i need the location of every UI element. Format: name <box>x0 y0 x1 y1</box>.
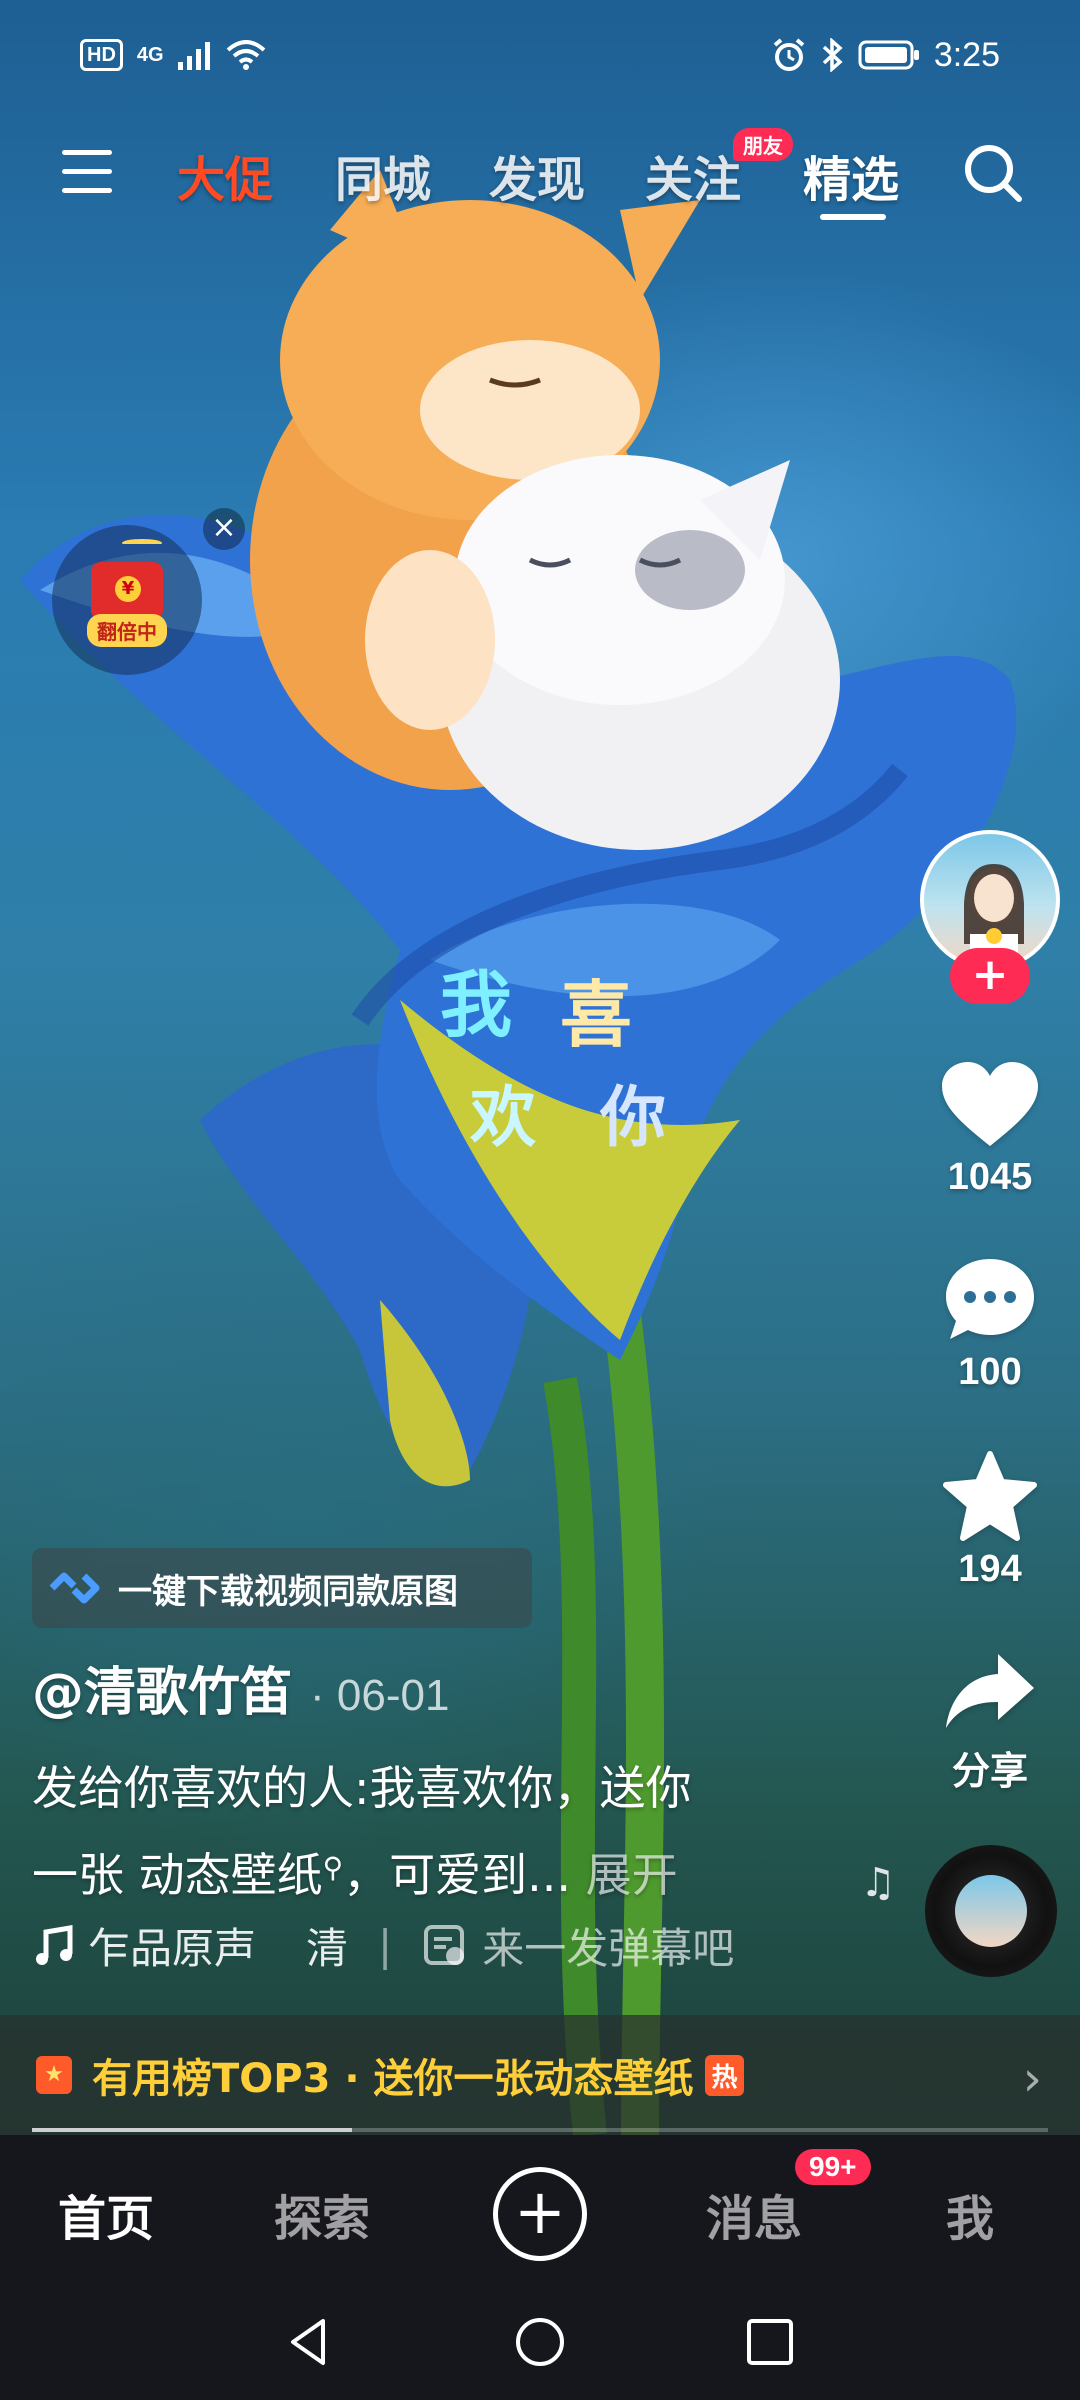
hashtag-link[interactable]: 一张 动态壁纸 <box>32 1848 323 1902</box>
like-button[interactable]: 1045 <box>900 1060 1080 1199</box>
share-arrow-icon <box>946 1654 1034 1728</box>
status-bar: HD 4G 3:25 <box>0 0 1080 110</box>
tab-messages[interactable]: 消息 <box>706 2179 802 2249</box>
post-date: · 06-01 <box>310 1671 450 1720</box>
back-icon[interactable] <box>283 2315 337 2369</box>
video-description: 发给你喜欢的人:我喜欢你，送你 一张 动态壁纸⚲，可爱到... 展开 <box>32 1748 772 1915</box>
tab-local[interactable]: 同城 <box>335 140 431 210</box>
wifi-icon <box>226 40 265 70</box>
hot-ranking-banner[interactable]: ★ 有用榜TOP3 · 送你一张动态壁纸 热 › <box>0 2015 1080 2135</box>
overlay-char: 欢 <box>469 1079 537 1156</box>
music-note-icon: ♫ <box>860 1860 896 1906</box>
tab-home[interactable]: 首页 <box>58 2179 154 2249</box>
danmu-icon <box>424 1924 465 1965</box>
bottom-tab-bar: 首页 探索 + 消息 99+ 我 <box>0 2135 1080 2285</box>
signal-icon <box>177 42 210 70</box>
music-note-icon <box>36 1924 73 1965</box>
red-envelope-icon: ¥ <box>91 561 163 620</box>
download-chip[interactable]: 一键下载视频同款原图 <box>32 1548 532 1628</box>
create-button[interactable]: + <box>493 2167 587 2261</box>
expand-link[interactable]: 展开 <box>586 1848 678 1902</box>
music-disc[interactable] <box>925 1845 1057 1977</box>
comment-button[interactable]: 100 <box>900 1255 1080 1394</box>
hot-ranking-text: 有用榜TOP3 · 送你一张动态壁纸 <box>92 2056 694 2102</box>
overlay-char: 喜 <box>560 973 632 1057</box>
battery-icon <box>858 40 919 70</box>
author-line: @清歌竹笛 · 06-01 <box>32 1650 449 1725</box>
follow-button[interactable]: + <box>950 948 1030 1004</box>
clock: 3:25 <box>933 35 1000 74</box>
favorite-count: 194 <box>958 1548 1022 1590</box>
search-icon[interactable] <box>962 142 1024 204</box>
description-tail: ，可爱到... <box>343 1848 572 1902</box>
share-button[interactable]: 分享 <box>900 1650 1080 1795</box>
message-badge: 99+ <box>795 2149 871 2185</box>
search-mini-icon: ⚲ <box>322 1851 344 1884</box>
home-icon[interactable] <box>513 2315 567 2369</box>
danmu-placeholder: 来一发弹幕吧 <box>482 1924 735 1973</box>
overlay-char: 你 <box>599 1079 666 1156</box>
music-row: 乍品原声 清 | 来一发弹幕吧 <box>32 1915 734 1976</box>
top-nav: 大促 同城 发现 关注 朋友 精选 <box>0 128 1080 220</box>
video-progress-fill <box>32 2128 353 2132</box>
description-line: 发给你喜欢的人:我喜欢你，送你 <box>32 1761 692 1815</box>
hot-badge: 热 <box>705 2054 744 2096</box>
tab-featured[interactable]: 精选 <box>803 140 899 210</box>
bluetooth-icon <box>822 38 843 72</box>
chevron-right-icon: › <box>1022 2051 1042 2107</box>
heart-icon <box>942 1062 1038 1146</box>
tab-following[interactable]: 关注 <box>645 140 741 210</box>
link-icon <box>49 1572 100 1604</box>
comment-icon <box>946 1259 1034 1339</box>
overlay-char: 我 <box>440 963 512 1047</box>
progress-arc <box>122 539 162 547</box>
active-tab-indicator <box>820 214 886 220</box>
music-title-scroll: 清 <box>306 1924 349 1973</box>
friend-badge: 朋友 <box>733 128 793 161</box>
divider: | <box>378 1921 393 1970</box>
share-label: 分享 <box>951 1751 1028 1793</box>
description-line: 一张 动态壁纸⚲，可爱到... 展开 <box>32 1828 772 1915</box>
download-chip-label: 一键下载视频同款原图 <box>118 1571 458 1612</box>
favorite-button[interactable]: 194 <box>900 1450 1080 1591</box>
tab-explore[interactable]: 探索 <box>274 2179 370 2249</box>
close-icon[interactable]: × <box>203 508 245 550</box>
ranking-icon: ★ <box>36 2056 72 2094</box>
music-title[interactable]: 乍品原声 <box>88 1915 256 1976</box>
comment-count: 100 <box>958 1351 1022 1393</box>
tab-me[interactable]: 我 <box>946 2179 994 2249</box>
music-cover <box>955 1875 1027 1947</box>
star-icon <box>943 1451 1037 1541</box>
tab-discover[interactable]: 发现 <box>489 140 585 210</box>
hd-badge: HD <box>80 39 123 71</box>
danmu-input[interactable]: 来一发弹幕吧 <box>422 1915 734 1976</box>
system-nav-bar <box>0 2285 1080 2400</box>
red-packet-label: 翻倍中 <box>87 613 167 647</box>
recents-icon[interactable] <box>743 2315 797 2369</box>
red-packet-widget[interactable]: ¥ 翻倍中 <box>52 525 202 675</box>
network-type: 4G <box>136 43 164 66</box>
menu-icon[interactable] <box>62 150 112 196</box>
like-count: 1045 <box>947 1156 1033 1198</box>
video-progress-bar[interactable] <box>32 2128 1048 2132</box>
tab-promo[interactable]: 大促 <box>177 140 273 210</box>
alarm-icon <box>773 38 805 71</box>
author-name[interactable]: @清歌竹笛 <box>32 1650 292 1725</box>
